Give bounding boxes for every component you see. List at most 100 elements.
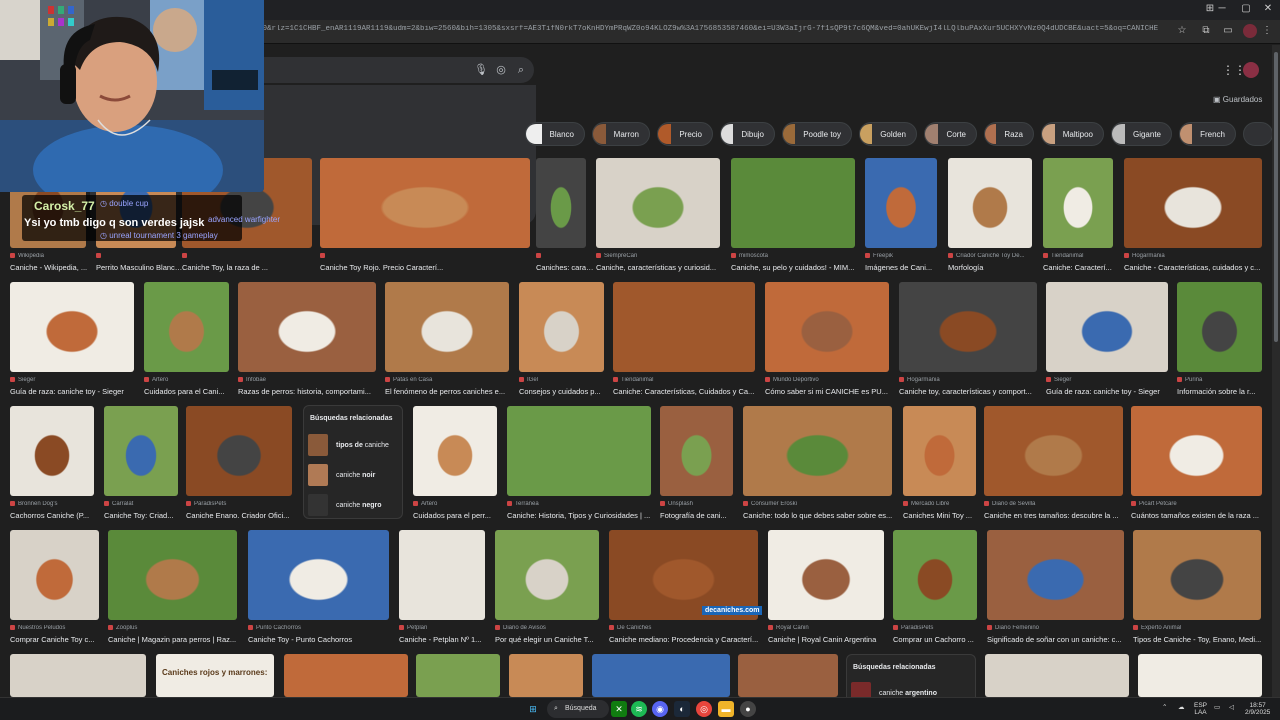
- image-result[interactable]: Diario de Avisos Por qué elegir un Canich…: [495, 530, 599, 650]
- result-title[interactable]: Perrito Masculino Blanco Lindo ...: [96, 263, 186, 272]
- image-result[interactable]: IGel Consejos y cuidados p...: [519, 282, 604, 402]
- image-result[interactable]: Freepik Imágenes de Cani...: [865, 158, 937, 278]
- search-icon[interactable]: ⌕: [514, 63, 528, 77]
- image-result[interactable]: Zooplus Caniche | Magazin para perros | R…: [108, 530, 237, 650]
- image-result[interactable]: Sieger Guía de raza: caniche toy - Sieger: [1046, 282, 1168, 402]
- image-result[interactable]: Caniches rojos y marrones:: [156, 654, 274, 697]
- result-thumbnail[interactable]: [738, 654, 838, 697]
- result-title[interactable]: Caniche: Características, Cuidados y Ca.…: [613, 387, 765, 396]
- result-thumbnail[interactable]: [108, 530, 237, 620]
- result-title[interactable]: Morfología: [948, 263, 1042, 272]
- image-result[interactable]: De Caniches Caniche mediano: Procedencia …: [609, 530, 758, 650]
- result-thumbnail[interactable]: [984, 406, 1123, 496]
- result-thumbnail[interactable]: [413, 406, 497, 496]
- image-result[interactable]: [509, 654, 583, 697]
- result-title[interactable]: Caniche Toy: Criad...: [104, 511, 188, 520]
- chip-1[interactable]: Marron: [592, 122, 650, 146]
- spotify-icon[interactable]: ≋: [631, 701, 647, 717]
- suggestion-item[interactable]: ◷ double cup: [100, 199, 148, 208]
- result-source[interactable]: Artero: [413, 501, 497, 507]
- result-thumbnail[interactable]: [1177, 282, 1262, 372]
- image-result[interactable]: [592, 654, 730, 697]
- result-thumbnail[interactable]: [519, 282, 604, 372]
- result-thumbnail[interactable]: [893, 530, 977, 620]
- related-item[interactable]: caniche negro: [308, 493, 382, 517]
- chip-9[interactable]: Gigante: [1111, 122, 1172, 146]
- result-source[interactable]: mimoscota: [731, 253, 855, 259]
- result-source[interactable]: Consumer Eroski: [743, 501, 892, 507]
- result-source[interactable]: Artero: [144, 377, 229, 383]
- image-result[interactable]: Nuestros Peludos Comprar Caniche Toy c...: [10, 530, 99, 650]
- result-title[interactable]: Caniche - Petplan Nº 1...: [399, 635, 495, 644]
- image-result[interactable]: Caniches: características de esta r...: [536, 158, 596, 278]
- result-source[interactable]: Hogarmania: [1124, 253, 1262, 259]
- chip-0[interactable]: Blanco: [525, 122, 585, 146]
- result-thumbnail[interactable]: [731, 158, 855, 248]
- result-thumbnail[interactable]: [1131, 406, 1262, 496]
- result-thumbnail[interactable]: [186, 406, 292, 496]
- result-thumbnail[interactable]: [10, 282, 134, 372]
- image-result[interactable]: Punto Cachorros Caniche Toy - Punto Cacho…: [248, 530, 389, 650]
- cloud-icon[interactable]: ☁: [1178, 704, 1185, 711]
- result-title[interactable]: Guía de raza: caniche toy - Sieger: [1046, 387, 1178, 396]
- steam-icon[interactable]: ◐: [674, 701, 690, 717]
- result-source[interactable]: Carralat: [104, 501, 178, 507]
- image-result[interactable]: Artero Cuidados para el perr...: [413, 406, 497, 526]
- result-source[interactable]: De Caniches: [609, 625, 758, 631]
- image-result[interactable]: Hogarmania Caniche toy, características y…: [899, 282, 1037, 402]
- url-text[interactable]: d0&rlz=1C1CHBF_enAR1119AR1119&udm=2&biw=…: [258, 25, 1158, 39]
- result-source[interactable]: Mercado Libre: [903, 501, 976, 507]
- bookmark-star-icon[interactable]: ☆: [1175, 24, 1189, 38]
- result-thumbnail[interactable]: [320, 158, 530, 248]
- result-thumbnail[interactable]: [238, 282, 376, 372]
- result-title[interactable]: Caniche: todo lo que debes saber sobre e…: [743, 511, 902, 520]
- image-result[interactable]: Consumer Eroski Caniche: todo lo que debe…: [743, 406, 892, 526]
- result-thumbnail[interactable]: [509, 654, 583, 697]
- image-result[interactable]: [284, 654, 408, 697]
- image-result[interactable]: SiempreCan Caniche, características y cur…: [596, 158, 720, 278]
- taskbar-search[interactable]: ⌕ Búsqueda: [547, 700, 609, 718]
- image-result[interactable]: ParadisPets Comprar un Cachorro ...: [893, 530, 977, 650]
- result-title[interactable]: Caniche, características y curiosid...: [596, 263, 730, 272]
- result-thumbnail[interactable]: [1138, 654, 1262, 697]
- result-title[interactable]: Caniche Toy - Punto Cachorros: [248, 635, 399, 644]
- result-source[interactable]: Terránea: [507, 501, 651, 507]
- result-source[interactable]: [96, 253, 176, 259]
- result-title[interactable]: Caniche: Caracterí...: [1043, 263, 1123, 272]
- result-thumbnail[interactable]: [948, 158, 1032, 248]
- image-result[interactable]: Mundo Deportivo Cómo saber si mi CANICHE …: [765, 282, 889, 402]
- image-result[interactable]: Hogarmania Caniche - Características, cui…: [1124, 158, 1262, 278]
- image-result[interactable]: Artero Cuidados para el Cani...: [144, 282, 229, 402]
- result-source[interactable]: Zooplus: [108, 625, 237, 631]
- result-source[interactable]: [320, 253, 530, 259]
- result-source[interactable]: Punto Cachorros: [248, 625, 389, 631]
- result-source[interactable]: Sieger: [10, 377, 134, 383]
- image-result[interactable]: Criador Caniche Toy De... Morfología: [948, 158, 1032, 278]
- result-title[interactable]: Significado de soñar con un caniche: c..…: [987, 635, 1134, 644]
- image-result[interactable]: Patas en Casa El fenómeno de perros canic…: [385, 282, 509, 402]
- image-result[interactable]: Picart Petcare Cuántos tamaños existen de…: [1131, 406, 1262, 526]
- result-source[interactable]: Hogarmania: [899, 377, 1037, 383]
- search-input[interactable]: 🎙 ◎ ⌕: [258, 57, 534, 83]
- obs-icon[interactable]: ●: [740, 701, 756, 717]
- image-result[interactable]: Purina Información sobre la r...: [1177, 282, 1262, 402]
- result-source[interactable]: Sieger: [1046, 377, 1168, 383]
- result-title[interactable]: Comprar Caniche Toy c...: [10, 635, 109, 644]
- image-result[interactable]: [10, 654, 146, 697]
- image-result[interactable]: Sieger Guía de raza: caniche toy - Sieger: [10, 282, 134, 402]
- related-item[interactable]: caniche noir: [308, 463, 375, 487]
- result-source[interactable]: Criador Caniche Toy De...: [948, 253, 1032, 259]
- clock[interactable]: 18:57 2/9/2025: [1245, 702, 1270, 716]
- result-thumbnail[interactable]: [10, 406, 94, 496]
- result-source[interactable]: Experto Animal: [1133, 625, 1261, 631]
- suggestion-item[interactable]: ◷ unreal tournament 3 gameplay: [100, 231, 218, 240]
- result-thumbnail[interactable]: [1133, 530, 1261, 620]
- start-icon[interactable]: ⊞: [525, 701, 541, 717]
- result-source[interactable]: Infobae: [238, 377, 376, 383]
- image-result[interactable]: Royal Canin Caniche | Royal Canin Argenti…: [768, 530, 884, 650]
- result-source[interactable]: Purina: [1177, 377, 1262, 383]
- image-result[interactable]: Diario de Sevilla Caniche en tres tamaños…: [984, 406, 1123, 526]
- result-thumbnail[interactable]: [399, 530, 485, 620]
- result-source[interactable]: Diario Femenino: [987, 625, 1124, 631]
- result-source[interactable]: Wikipedia: [10, 253, 86, 259]
